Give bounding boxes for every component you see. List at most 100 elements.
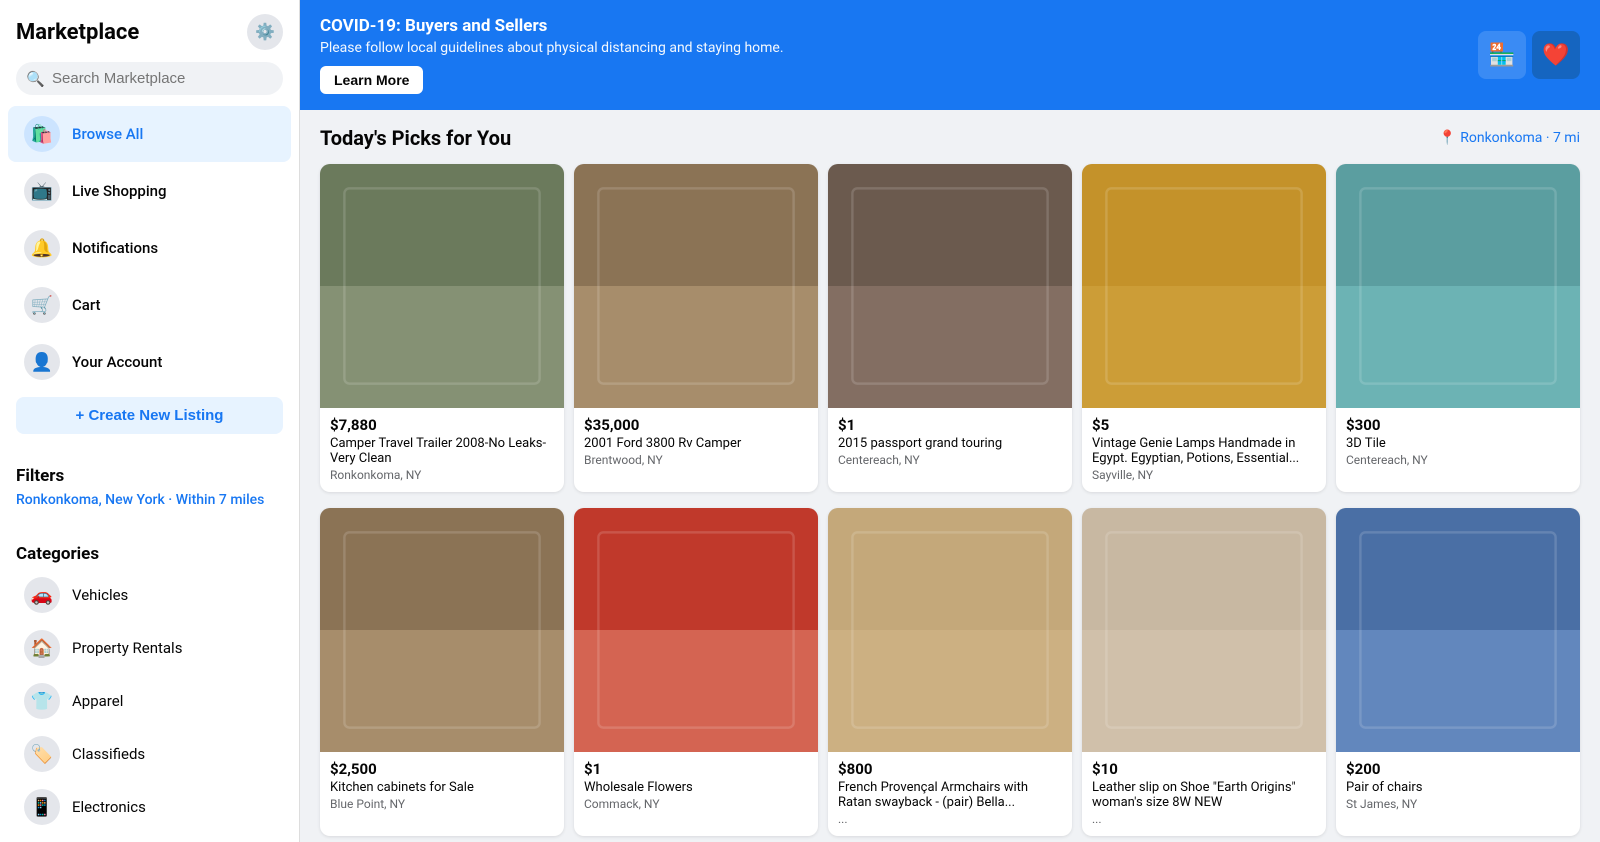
sidebar-item-cart[interactable]: 🛒 Cart (8, 277, 291, 333)
product-image (320, 508, 564, 752)
filters-label: Filters (0, 456, 299, 490)
product-name: Pair of chairs (1346, 780, 1570, 795)
product-info: $300 3D Tile Centereach, NY (1336, 408, 1580, 477)
settings-button[interactable]: ⚙️ (247, 14, 283, 50)
product-image (828, 508, 1072, 752)
product-location: Blue Point, NY (330, 797, 554, 811)
cat-icon-electronics: 📱 (24, 789, 60, 825)
product-image (1336, 508, 1580, 752)
product-location: Sayville, NY (1092, 468, 1316, 482)
cat-icon-property-rentals: 🏠 (24, 630, 60, 666)
category-item-electronics[interactable]: 📱 Electronics (8, 781, 291, 833)
covid-banner: COVID-19: Buyers and Sellers Please foll… (300, 0, 1600, 110)
product-price: $300 (1346, 416, 1570, 434)
product-card[interactable]: $35,000 2001 Ford 3800 Rv Camper Brentwo… (574, 164, 818, 492)
nav-list: 🛍️ Browse All 📺 Live Shopping 🔔 Notifica… (0, 105, 299, 391)
product-image (574, 164, 818, 408)
nav-label-cart: Cart (72, 296, 101, 314)
product-card[interactable]: $5 Vintage Genie Lamps Handmade in Egypt… (1082, 164, 1326, 492)
product-image (1336, 164, 1580, 408)
product-info: $7,880 Camper Travel Trailer 2008-No Lea… (320, 408, 564, 492)
product-grid-row2: $2,500 Kitchen cabinets for Sale Blue Po… (300, 508, 1600, 842)
picks-title: Today's Picks for You (320, 126, 511, 150)
nav-label-notifications: Notifications (72, 239, 158, 257)
product-info: $1 2015 passport grand touring Centereac… (828, 408, 1072, 477)
picks-section: Today's Picks for You 📍 Ronkonkoma · 7 m… (300, 110, 1600, 150)
product-card[interactable]: $800 French Provençal Armchairs with Rat… (828, 508, 1072, 836)
learn-more-button[interactable]: Learn More (320, 66, 423, 94)
category-item-classifieds[interactable]: 🏷️ Classifieds (8, 728, 291, 780)
product-name: Leather slip on Shoe "Earth Origins" wom… (1092, 780, 1316, 810)
location-label: Ronkonkoma · 7 mi (1460, 130, 1580, 146)
product-info: $2,500 Kitchen cabinets for Sale Blue Po… (320, 752, 564, 821)
product-price: $200 (1346, 760, 1570, 778)
product-location: ... (1092, 812, 1316, 826)
product-location: Centereach, NY (838, 453, 1062, 467)
cat-label-apparel: Apparel (72, 692, 123, 710)
product-location: Centereach, NY (1346, 453, 1570, 467)
heart-icon-box: ❤️ (1532, 31, 1580, 79)
create-listing-button[interactable]: + Create New Listing (16, 397, 283, 434)
product-name: Camper Travel Trailer 2008-No Leaks-Very… (330, 436, 554, 466)
categories-list: 🚗 Vehicles 🏠 Property Rentals 👕 Apparel … (0, 568, 299, 842)
product-image (574, 508, 818, 752)
product-image (320, 164, 564, 408)
nav-label-live-shopping: Live Shopping (72, 182, 167, 200)
cat-label-vehicles: Vehicles (72, 586, 128, 604)
sidebar-header: Marketplace ⚙️ (0, 0, 299, 56)
location-pin-icon: 📍 (1439, 130, 1456, 146)
product-name: 2001 Ford 3800 Rv Camper (584, 436, 808, 451)
product-image (1082, 508, 1326, 752)
category-item-vehicles[interactable]: 🚗 Vehicles (8, 569, 291, 621)
product-info: $200 Pair of chairs St James, NY (1336, 752, 1580, 821)
sidebar-item-your-account[interactable]: 👤 Your Account (8, 334, 291, 390)
picks-header: Today's Picks for You 📍 Ronkonkoma · 7 m… (320, 126, 1580, 150)
search-icon: 🔍 (26, 70, 45, 88)
categories-label: Categories (0, 534, 299, 568)
product-price: $1 (838, 416, 1062, 434)
sidebar-item-live-shopping[interactable]: 📺 Live Shopping (8, 163, 291, 219)
nav-label-your-account: Your Account (72, 353, 162, 371)
product-location: Ronkonkoma, NY (330, 468, 554, 482)
category-item-apparel[interactable]: 👕 Apparel (8, 675, 291, 727)
filter-location[interactable]: Ronkonkoma, New York · Within 7 miles (0, 490, 299, 518)
banner-title: COVID-19: Buyers and Sellers (320, 16, 784, 36)
product-price: $7,880 (330, 416, 554, 434)
product-price: $2,500 (330, 760, 554, 778)
cat-label-property-rentals: Property Rentals (72, 639, 182, 657)
product-location: Brentwood, NY (584, 453, 808, 467)
nav-icon-browse-all: 🛍️ (24, 116, 60, 152)
product-card[interactable]: $300 3D Tile Centereach, NY (1336, 164, 1580, 492)
product-info: $800 French Provençal Armchairs with Rat… (828, 752, 1072, 836)
product-name: 3D Tile (1346, 436, 1570, 451)
cat-label-electronics: Electronics (72, 798, 146, 816)
product-card[interactable]: $200 Pair of chairs St James, NY (1336, 508, 1580, 836)
category-item-property-rentals[interactable]: 🏠 Property Rentals (8, 622, 291, 674)
cat-icon-classifieds: 🏷️ (24, 736, 60, 772)
product-name: Vintage Genie Lamps Handmade in Egypt. E… (1092, 436, 1316, 466)
product-card[interactable]: $1 2015 passport grand touring Centereac… (828, 164, 1072, 492)
nav-icon-live-shopping: 📺 (24, 173, 60, 209)
product-location: ... (838, 812, 1062, 826)
product-image (1082, 164, 1326, 408)
product-card[interactable]: $10 Leather slip on Shoe "Earth Origins"… (1082, 508, 1326, 836)
cat-icon-apparel: 👕 (24, 683, 60, 719)
product-name: Kitchen cabinets for Sale (330, 780, 554, 795)
product-image (828, 164, 1072, 408)
product-card[interactable]: $1 Wholesale Flowers Commack, NY (574, 508, 818, 836)
covid-text: COVID-19: Buyers and Sellers Please foll… (320, 16, 784, 94)
product-name: 2015 passport grand touring (838, 436, 1062, 451)
product-info: $35,000 2001 Ford 3800 Rv Camper Brentwo… (574, 408, 818, 477)
product-card[interactable]: $7,880 Camper Travel Trailer 2008-No Lea… (320, 164, 564, 492)
product-card[interactable]: $2,500 Kitchen cabinets for Sale Blue Po… (320, 508, 564, 836)
search-wrap: 🔍 (0, 56, 299, 105)
product-info: $1 Wholesale Flowers Commack, NY (574, 752, 818, 821)
search-input[interactable] (16, 62, 283, 95)
sidebar-item-notifications[interactable]: 🔔 Notifications (8, 220, 291, 276)
nav-label-browse-all: Browse All (72, 125, 143, 143)
sidebar-item-browse-all[interactable]: 🛍️ Browse All (8, 106, 291, 162)
product-grid-row1: $7,880 Camper Travel Trailer 2008-No Lea… (300, 164, 1600, 508)
product-price: $1 (584, 760, 808, 778)
category-item-entertainment[interactable]: 👥 Entertainment (8, 834, 291, 842)
cat-label-classifieds: Classifieds (72, 745, 145, 763)
